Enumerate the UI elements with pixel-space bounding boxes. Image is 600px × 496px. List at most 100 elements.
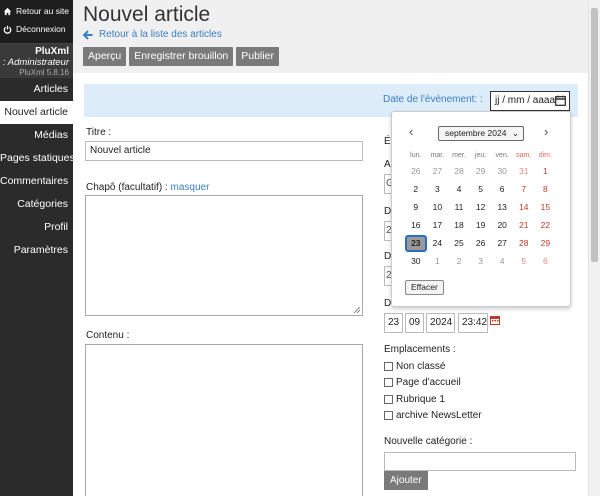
checkbox[interactable] [384, 395, 393, 404]
location-item-home[interactable]: Page d'accueil [384, 377, 461, 388]
calendar-day[interactable]: 16 [405, 220, 427, 230]
calendar-day[interactable]: 3 [470, 256, 492, 266]
calendar-day[interactable]: 29 [535, 238, 557, 248]
calendar-day[interactable]: 1 [427, 256, 449, 266]
location-item-unclassified[interactable]: Non classé [384, 361, 445, 372]
calendar-day[interactable]: 3 [427, 184, 449, 194]
back-to-list-link[interactable]: Retour à la liste des articles [83, 29, 222, 40]
calendar-day[interactable]: 5 [513, 256, 535, 266]
calendar-day[interactable]: 1 [535, 166, 557, 176]
calendar-day[interactable]: 11 [448, 202, 470, 212]
year-input[interactable]: 2024 [426, 313, 455, 333]
arrow-left-icon [83, 29, 93, 40]
scrollbar[interactable] [588, 0, 600, 496]
brand-block: PluXml : Administrateur PluXml 5.8.16 [0, 43, 73, 78]
calendar-day[interactable]: 4 [448, 184, 470, 194]
clear-date-button[interactable]: Effacer [405, 280, 444, 295]
calendar-small-icon[interactable] [490, 315, 500, 325]
weekday-label: ven. [495, 151, 509, 159]
content-textarea[interactable] [85, 344, 363, 496]
calendar-day[interactable]: 7 [513, 184, 535, 194]
location-item-rubrique-1[interactable]: Rubrique 1 [384, 394, 445, 405]
calendar-day[interactable]: 28 [448, 166, 470, 176]
calendar-day[interactable]: 6 [535, 256, 557, 266]
calendar-day[interactable]: 18 [448, 220, 470, 230]
add-category-button[interactable]: Ajouter [384, 471, 428, 490]
chapo-label: Chapô (facultatif) : [86, 182, 168, 193]
sidebar-item-categories[interactable]: Catégories [0, 193, 73, 216]
calendar-day[interactable]: 24 [427, 238, 449, 248]
calendar-day[interactable]: 30 [405, 256, 427, 266]
calendar-day[interactable]: 26 [405, 166, 427, 176]
calendar-day[interactable]: 20 [491, 220, 513, 230]
calendar-day[interactable]: 25 [448, 238, 470, 248]
calendar-day[interactable]: 30 [491, 166, 513, 176]
calendar-week-row: 2345678 [405, 180, 556, 198]
month-select[interactable]: septembre 2024 ⌄ [438, 126, 524, 141]
sidebar-item-comments[interactable]: Commentaires [0, 170, 73, 193]
home-icon [3, 7, 12, 15]
logout-link[interactable]: Déconnexion [0, 20, 73, 38]
event-date-input[interactable]: jj / mm / aaaa [490, 91, 570, 111]
sidebar-item-profile[interactable]: Profil [0, 216, 73, 239]
calendar-day[interactable]: 8 [535, 184, 557, 194]
page-header: Nouvel article Retour à la liste des art… [73, 0, 588, 73]
chapo-toggle-link[interactable]: masquer [171, 182, 210, 193]
calendar-day[interactable]: 2 [405, 184, 427, 194]
time-input[interactable]: 23:42 [458, 313, 488, 333]
weekday-label: lun. [410, 151, 422, 159]
publish-button[interactable]: Publier [236, 47, 279, 66]
chapo-textarea[interactable] [85, 195, 363, 316]
scrollbar-thumb[interactable] [591, 8, 598, 262]
logout-label: Déconnexion [16, 24, 66, 34]
next-month-chevron-icon[interactable]: › [544, 124, 548, 139]
calendar-day[interactable]: 23 [405, 234, 427, 252]
save-draft-button[interactable]: Enregistrer brouillon [129, 47, 234, 66]
calendar-day[interactable]: 12 [470, 202, 492, 212]
day-input[interactable]: 23 [384, 313, 403, 333]
calendar-day[interactable]: 27 [427, 166, 449, 176]
sidebar-item-articles[interactable]: Articles [0, 78, 73, 101]
sidebar-item-static-pages[interactable]: Pages statiques [0, 147, 75, 170]
weekday-label: jeu. [474, 151, 487, 159]
calendar-day[interactable]: 14 [513, 202, 535, 212]
calendar-day[interactable]: 6 [491, 184, 513, 194]
back-to-site-link[interactable]: Retour au site [0, 2, 73, 20]
sidebar-item-new-article[interactable]: Nouvel article [0, 101, 73, 124]
calendar-day[interactable]: 4 [491, 256, 513, 266]
checkbox[interactable] [384, 362, 393, 371]
calendar-day[interactable]: 21 [513, 220, 535, 230]
calendar-day[interactable]: 10 [427, 202, 449, 212]
location-item-newsletter[interactable]: archive NewsLetter [384, 410, 482, 421]
calendar-day[interactable]: 26 [470, 238, 492, 248]
calendar-day[interactable]: 15 [535, 202, 557, 212]
calendar-icon[interactable] [555, 95, 566, 106]
month-input[interactable]: 09 [405, 313, 424, 333]
calendar-day[interactable]: 31 [513, 166, 535, 176]
event-date-label: Date de l'évènement: : [383, 94, 483, 105]
new-category-input[interactable] [384, 452, 576, 471]
title-input[interactable]: Nouvel article [85, 141, 363, 161]
resize-handle-icon[interactable] [353, 306, 361, 314]
calendar-day[interactable]: 17 [427, 220, 449, 230]
calendar-day[interactable]: 19 [470, 220, 492, 230]
calendar-day[interactable]: 27 [491, 238, 513, 248]
calendar-day[interactable]: 2 [448, 256, 470, 266]
calendar-day[interactable]: 22 [535, 220, 557, 230]
calendar-day[interactable]: 5 [470, 184, 492, 194]
calendar-day[interactable]: 29 [470, 166, 492, 176]
sidebar: Retour au site Déconnexion PluXml : Admi… [0, 0, 75, 496]
calendar-day[interactable]: 13 [491, 202, 513, 212]
location-label: Rubrique 1 [396, 394, 445, 405]
sidebar-item-media[interactable]: Médias [0, 124, 73, 147]
version-label: PluXml 5.8.16 [19, 68, 69, 77]
checkbox[interactable] [384, 411, 393, 420]
prev-month-chevron-icon[interactable]: ‹ [409, 124, 413, 139]
content-label: Contenu : [86, 330, 130, 341]
calendar-day[interactable]: 28 [513, 238, 535, 248]
calendar-day[interactable]: 9 [405, 202, 427, 212]
sidebar-top-links: Retour au site Déconnexion [0, 0, 73, 43]
preview-button[interactable]: Aperçu [83, 47, 127, 66]
checkbox[interactable] [384, 378, 393, 387]
sidebar-item-settings[interactable]: Paramètres [0, 239, 73, 262]
